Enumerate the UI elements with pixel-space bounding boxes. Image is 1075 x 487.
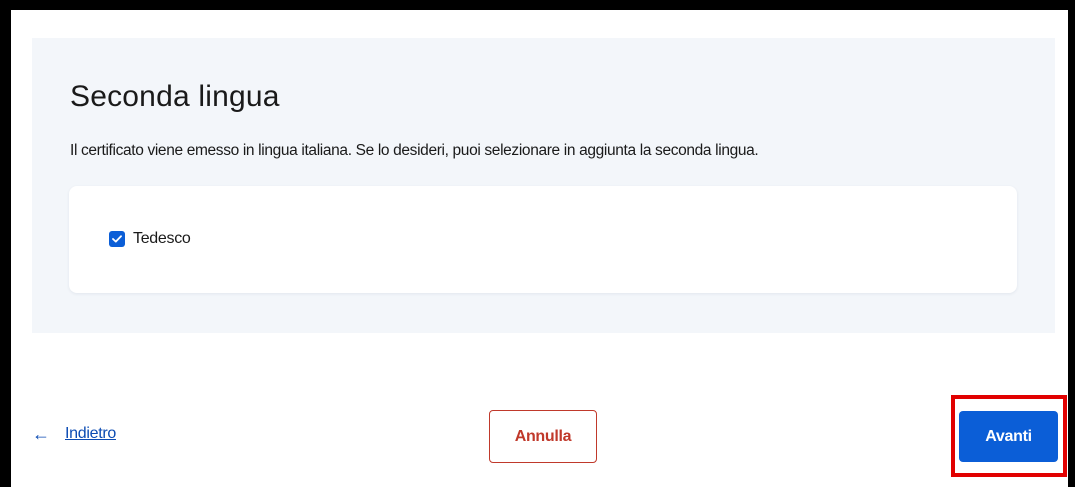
window-frame-left [0,0,11,487]
section-description: Il certificato viene emesso in lingua it… [70,142,759,159]
second-language-section: Seconda lingua Il certificato viene emes… [32,38,1055,333]
arrow-left-icon: ← [32,424,50,444]
checkbox-option-tedesco[interactable]: Tedesco [109,230,191,248]
cancel-button[interactable]: Annulla [489,410,597,463]
next-button[interactable]: Avanti [959,411,1058,462]
section-title: Seconda lingua [70,80,280,113]
language-options-card: Tedesco [69,186,1017,293]
window-frame-top [0,0,1075,10]
back-link[interactable]: ← Indietro [32,425,116,443]
window-frame-right [1068,0,1075,487]
checkbox-checked-icon[interactable] [109,231,125,247]
checkbox-label: Tedesco [133,230,191,247]
back-link-label: Indietro [65,425,116,442]
